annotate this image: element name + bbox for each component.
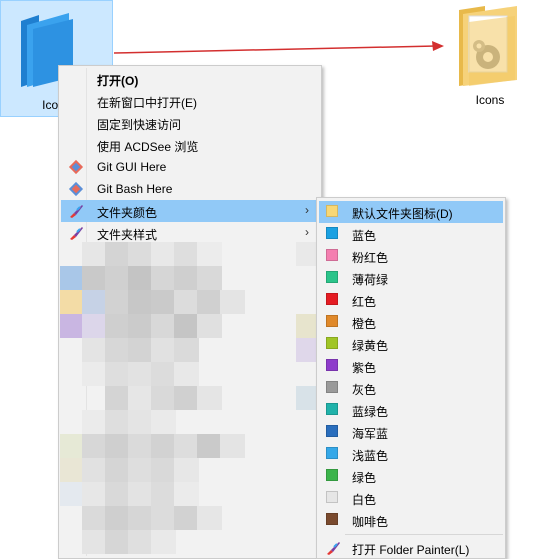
color-swatch-icon (326, 359, 338, 371)
chevron-right-icon: › (305, 225, 309, 239)
color-swatch-icon (326, 271, 338, 283)
menu-item-label: 文件夹样式 (97, 228, 158, 242)
menu-item-label: 浅蓝色 (352, 449, 389, 463)
menu-item-label: 打开(O) (97, 74, 139, 88)
menu-item-label: 红色 (352, 295, 377, 309)
settings-folder-icon[interactable] (455, 2, 525, 90)
color-swatch-icon (326, 491, 338, 503)
menu-item-label: 橙色 (352, 317, 377, 331)
menu-item-pin-quick-access[interactable]: 固定到快速访问 (61, 112, 319, 134)
menu-item-label: 薄荷绿 (352, 273, 389, 287)
folder-color-submenu: 默认文件夹图标(D) 蓝色 粉红色 薄荷绿 红色 橙色 绿黄色 紫色 灰色 蓝绿… (316, 197, 506, 559)
menu-item-label: Git GUI Here (97, 160, 167, 174)
color-item-navy[interactable]: 海军蓝 (319, 421, 503, 443)
menu-item-open-folder-painter[interactable]: 打开 Folder Painter(L) (319, 537, 503, 559)
color-item-orange[interactable]: 橙色 (319, 311, 503, 333)
menu-item-open-new-window[interactable]: 在新窗口中打开(E) (61, 90, 319, 112)
menu-item-label: 粉红色 (352, 251, 389, 265)
color-swatch-icon (326, 381, 338, 393)
color-swatch-icon (326, 513, 338, 525)
menu-item-label: 默认文件夹图标(D) (352, 207, 453, 221)
menu-item-label: Git Bash Here (97, 182, 173, 196)
color-swatch-icon (326, 469, 338, 481)
paintbrush-icon (70, 227, 83, 240)
color-item-yellow-green[interactable]: 绿黄色 (319, 333, 503, 355)
color-item-mint[interactable]: 薄荷绿 (319, 267, 503, 289)
menu-item-label: 蓝色 (352, 229, 377, 243)
color-item-red[interactable]: 红色 (319, 289, 503, 311)
menu-item-label: 绿色 (352, 471, 377, 485)
color-item-gray[interactable]: 灰色 (319, 377, 503, 399)
blurred-region (60, 242, 318, 557)
menu-item-label: 文件夹颜色 (97, 206, 158, 220)
git-gui-icon (68, 159, 84, 175)
menu-item-open[interactable]: 打开(O) (61, 68, 319, 90)
color-item-pink[interactable]: 粉红色 (319, 245, 503, 267)
color-item-light-blue[interactable]: 浅蓝色 (319, 443, 503, 465)
color-swatch-icon (326, 403, 338, 415)
menu-item-label: 灰色 (352, 383, 377, 397)
default-folder-swatch-icon (326, 205, 338, 217)
color-item-teal[interactable]: 蓝绿色 (319, 399, 503, 421)
git-bash-icon (68, 181, 84, 197)
color-item-brown[interactable]: 咖啡色 (319, 509, 503, 531)
color-item-blue[interactable]: 蓝色 (319, 223, 503, 245)
menu-separator (345, 534, 503, 535)
color-swatch-icon (326, 227, 338, 239)
menu-item-git-bash[interactable]: Git Bash Here (61, 178, 319, 200)
color-swatch-icon (326, 293, 338, 305)
target-folder-label: Icons (475, 93, 505, 107)
menu-item-folder-color[interactable]: 文件夹颜色 › (61, 200, 319, 222)
menu-item-label: 紫色 (352, 361, 377, 375)
menu-item-folder-style[interactable]: 文件夹样式 › (61, 222, 319, 244)
menu-item-label: 白色 (352, 493, 377, 507)
color-item-default[interactable]: 默认文件夹图标(D) (319, 201, 503, 223)
menu-item-label: 使用 ACDSee 浏览 (97, 140, 199, 154)
color-swatch-icon (326, 447, 338, 459)
menu-item-label: 在新窗口中打开(E) (97, 96, 197, 110)
menu-item-acdsee[interactable]: 使用 ACDSee 浏览 (61, 134, 319, 156)
paintbrush-icon (327, 542, 340, 555)
color-swatch-icon (326, 249, 338, 261)
menu-item-label: 海军蓝 (352, 427, 389, 441)
color-swatch-icon (326, 315, 338, 327)
paintbrush-icon (70, 205, 83, 218)
color-item-green[interactable]: 绿色 (319, 465, 503, 487)
menu-item-git-gui[interactable]: Git GUI Here (61, 156, 319, 178)
menu-item-label: 蓝绿色 (352, 405, 389, 419)
chevron-right-icon: › (305, 203, 309, 217)
color-swatch-icon (326, 337, 338, 349)
menu-item-label: 咖啡色 (352, 515, 389, 529)
menu-item-label: 绿黄色 (352, 339, 389, 353)
menu-item-label: 打开 Folder Painter(L) (352, 543, 470, 557)
color-swatch-icon (326, 425, 338, 437)
color-item-purple[interactable]: 紫色 (319, 355, 503, 377)
drag-arrow (113, 41, 444, 54)
color-item-white[interactable]: 白色 (319, 487, 503, 509)
menu-item-label: 固定到快速访问 (97, 118, 182, 132)
